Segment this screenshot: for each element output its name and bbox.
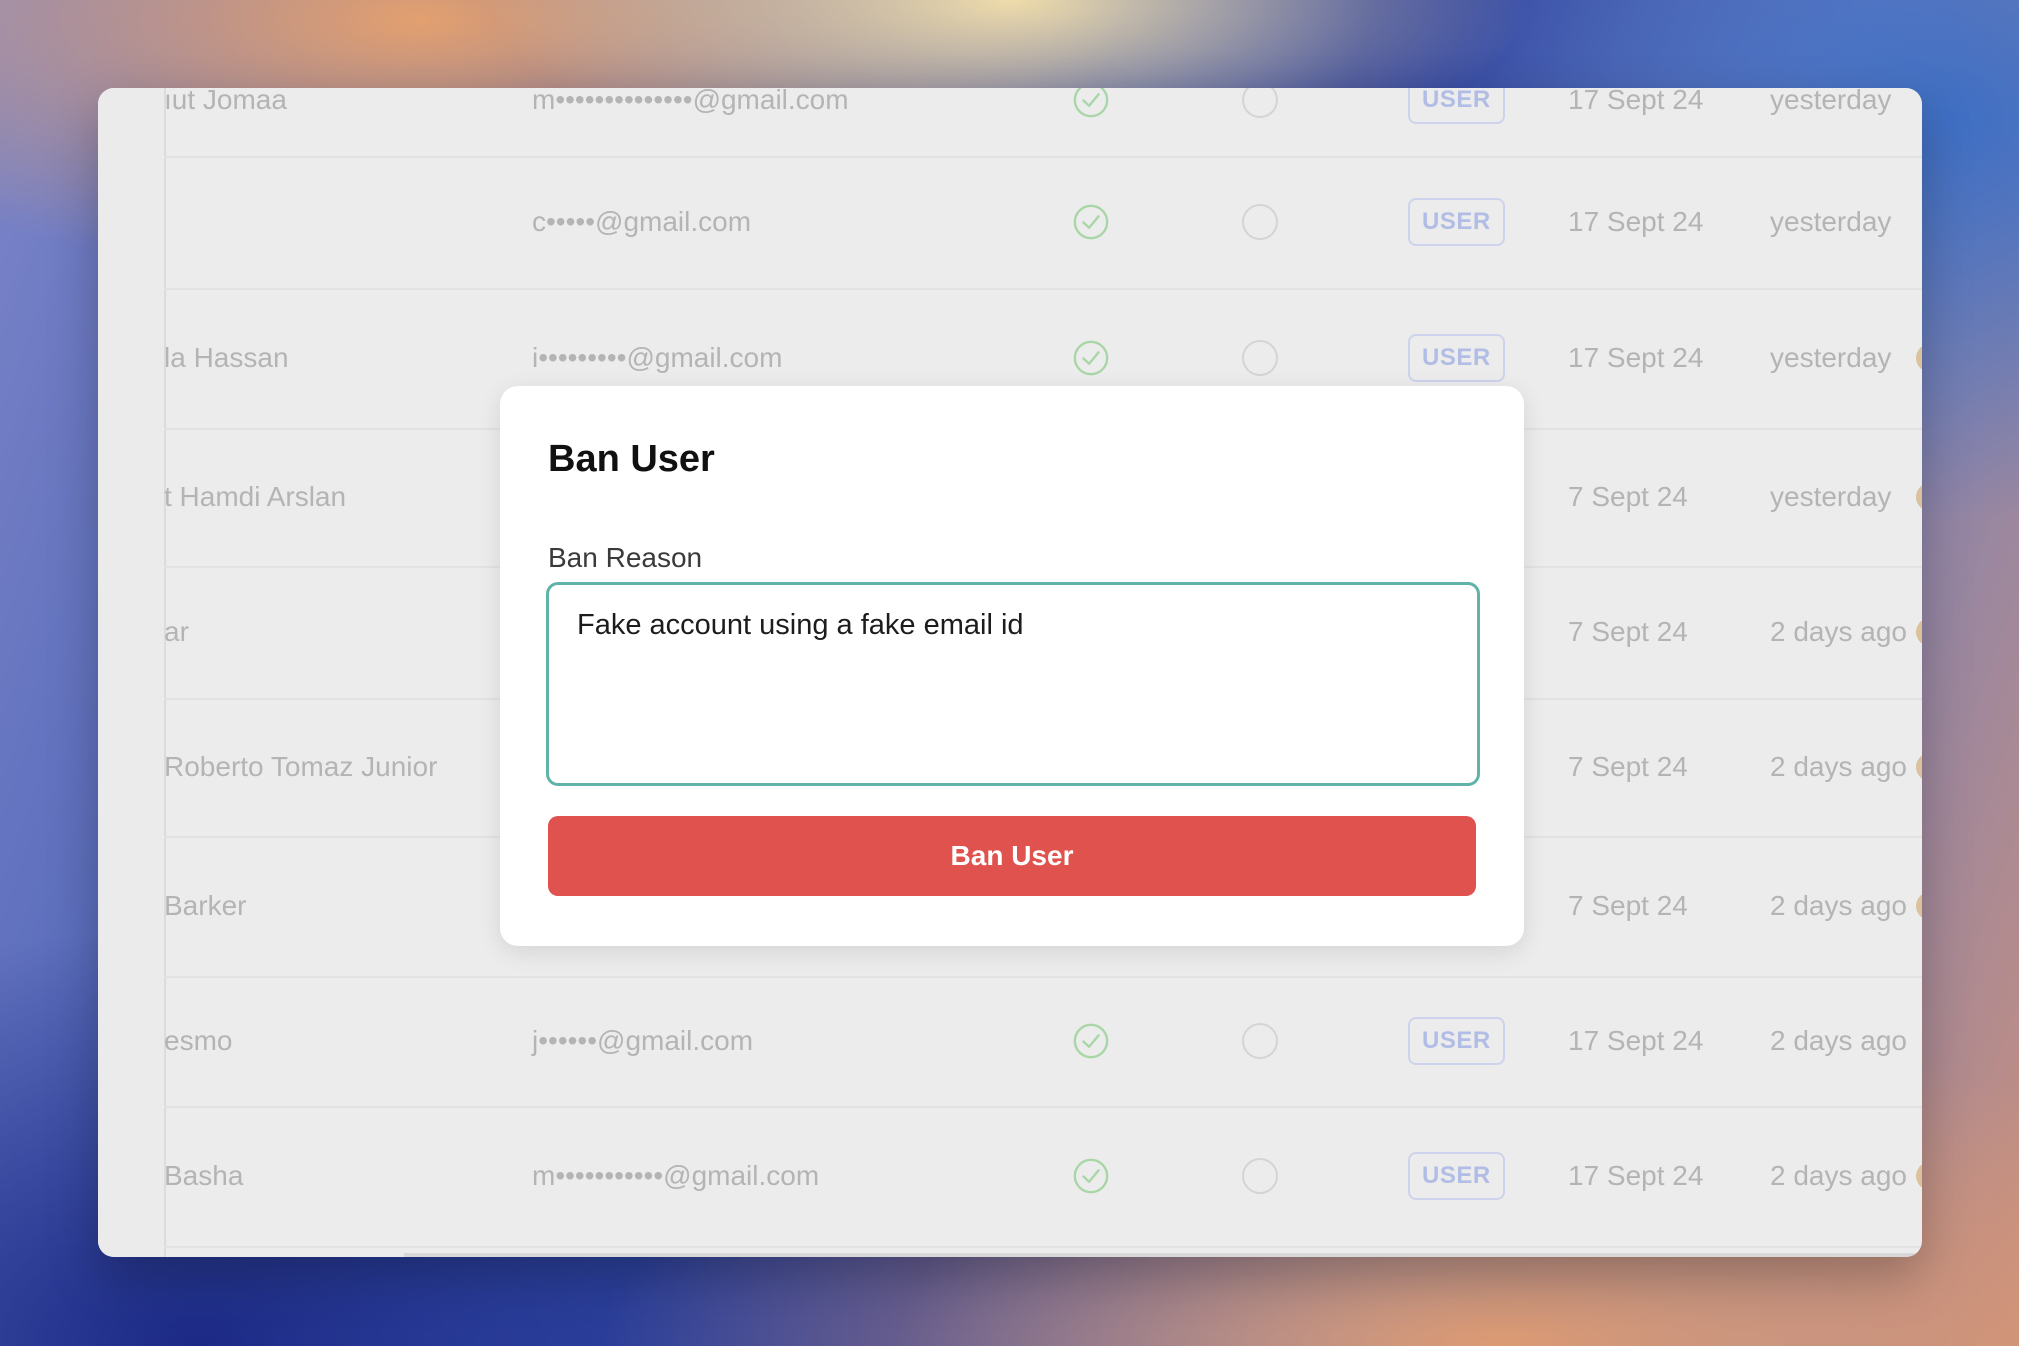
dialog-title: Ban User	[548, 438, 715, 480]
ban-reason-textarea[interactable]	[546, 582, 1480, 786]
ban-reason-label: Ban Reason	[548, 542, 703, 573]
ban-user-dialog: Ban User Ban Reason Ban User	[500, 386, 1524, 946]
admin-users-window: ıut Jomaa m••••••••••••••@gmail.com USER 17…	[98, 88, 1922, 1257]
ban-user-button[interactable]: Ban User	[548, 816, 1476, 896]
